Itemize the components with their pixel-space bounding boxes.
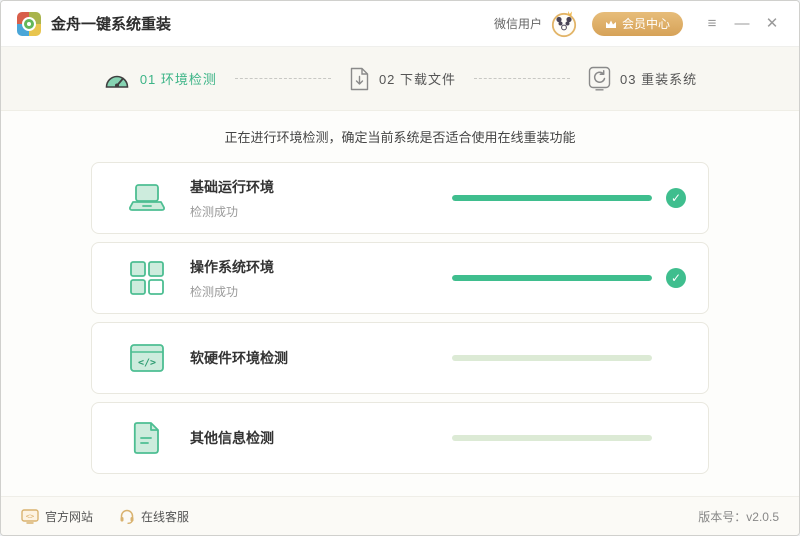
step-download-files: 02 下载文件 [349,67,456,91]
step-connector [234,78,331,79]
app-title: 金舟一键系统重装 [51,16,172,33]
window-controls: ≡ — ✕ [699,11,785,37]
crown-icon [605,20,616,28]
progress-bar [452,195,652,201]
member-center-label: 会员中心 [621,17,670,31]
title-bar: 金舟一键系统重装 微信用户 会员中心 ≡ — ✕ [1,1,799,47]
status-message: 正在进行环境检测，确定当前系统是否适合使用在线重装功能 [224,130,576,145]
check-circle-icon: ✓ [666,268,686,288]
card-title: 操作系统环境 [190,258,274,275]
wizard-steps-bar: 01 环境检测 02 下载文件 03 重装系统 [1,47,799,111]
card-status-text: 检测成功 [190,204,239,219]
step1-label: 环境检测 [160,72,217,87]
step-connector [474,78,571,79]
step2-number: 02 [378,72,396,87]
card-other-info: 其他信息检测 ✓ [91,402,709,474]
card-os-environment: 操作系统环境 检测成功 ✓ [91,242,709,314]
code-window-icon: </> [128,343,166,373]
card-title: 软硬件环境检测 [190,350,288,366]
website-icon: <> [21,508,39,524]
member-center-button[interactable]: 会员中心 [591,11,683,36]
progress-bar [452,435,652,441]
gauge-icon [105,75,129,88]
app-window: 金舟一键系统重装 微信用户 会员中心 ≡ — ✕ 01 环境检测 02 下载文件… [0,0,800,536]
download-file-icon [350,67,369,90]
progress-bar [452,355,652,361]
step3-label: 重装系统 [641,72,698,87]
card-title: 其他信息检测 [190,430,274,446]
footer-bar: <> 官方网站 在线客服 版本号：v2.0.5 [1,496,799,535]
menu-icon[interactable]: ≡ [699,11,725,37]
official-website-link[interactable]: <> 官方网站 [21,508,93,525]
app-logo-icon [17,11,41,36]
step1-number: 01 [139,72,157,87]
document-icon [128,421,166,455]
card-status-text: 检测成功 [190,284,239,299]
online-support-label: 在线客服 [141,509,190,524]
online-support-link[interactable]: 在线客服 [119,508,189,525]
headset-icon [120,509,134,524]
laptop-icon [128,183,166,213]
card-basic-runtime: 基础运行环境 检测成功 ✓ [91,162,709,234]
user-avatar[interactable] [550,10,578,38]
close-icon[interactable]: ✕ [759,11,785,37]
card-title: 基础运行环境 [190,178,274,195]
user-name-label: 微信用户 [493,17,542,31]
minimize-icon[interactable]: — [729,11,755,37]
version-label: 版本号：v2.0.5 [698,509,779,524]
step3-number: 03 [620,72,637,87]
step2-label: 下载文件 [400,72,457,87]
check-circle-icon: ✓ [666,188,686,208]
step-environment-check: 01 环境检测 [103,67,217,90]
official-website-label: 官方网站 [45,509,94,524]
svg-text:<>: <> [26,512,34,520]
os-windows-icon [128,261,166,295]
svg-text:</>: </> [138,358,156,369]
reinstall-icon [588,66,611,91]
detection-card-list: 基础运行环境 检测成功 ✓ 操作系统环境 检测成功 ✓ </> 软硬件环境检测 … [91,162,709,474]
progress-bar [452,275,652,281]
step-reinstall-system: 03 重装系统 [588,66,697,91]
card-software-hardware: </> 软硬件环境检测 ✓ [91,322,709,394]
main-content: 正在进行环境检测，确定当前系统是否适合使用在线重装功能 基础运行环境 检测成功 [1,111,799,496]
